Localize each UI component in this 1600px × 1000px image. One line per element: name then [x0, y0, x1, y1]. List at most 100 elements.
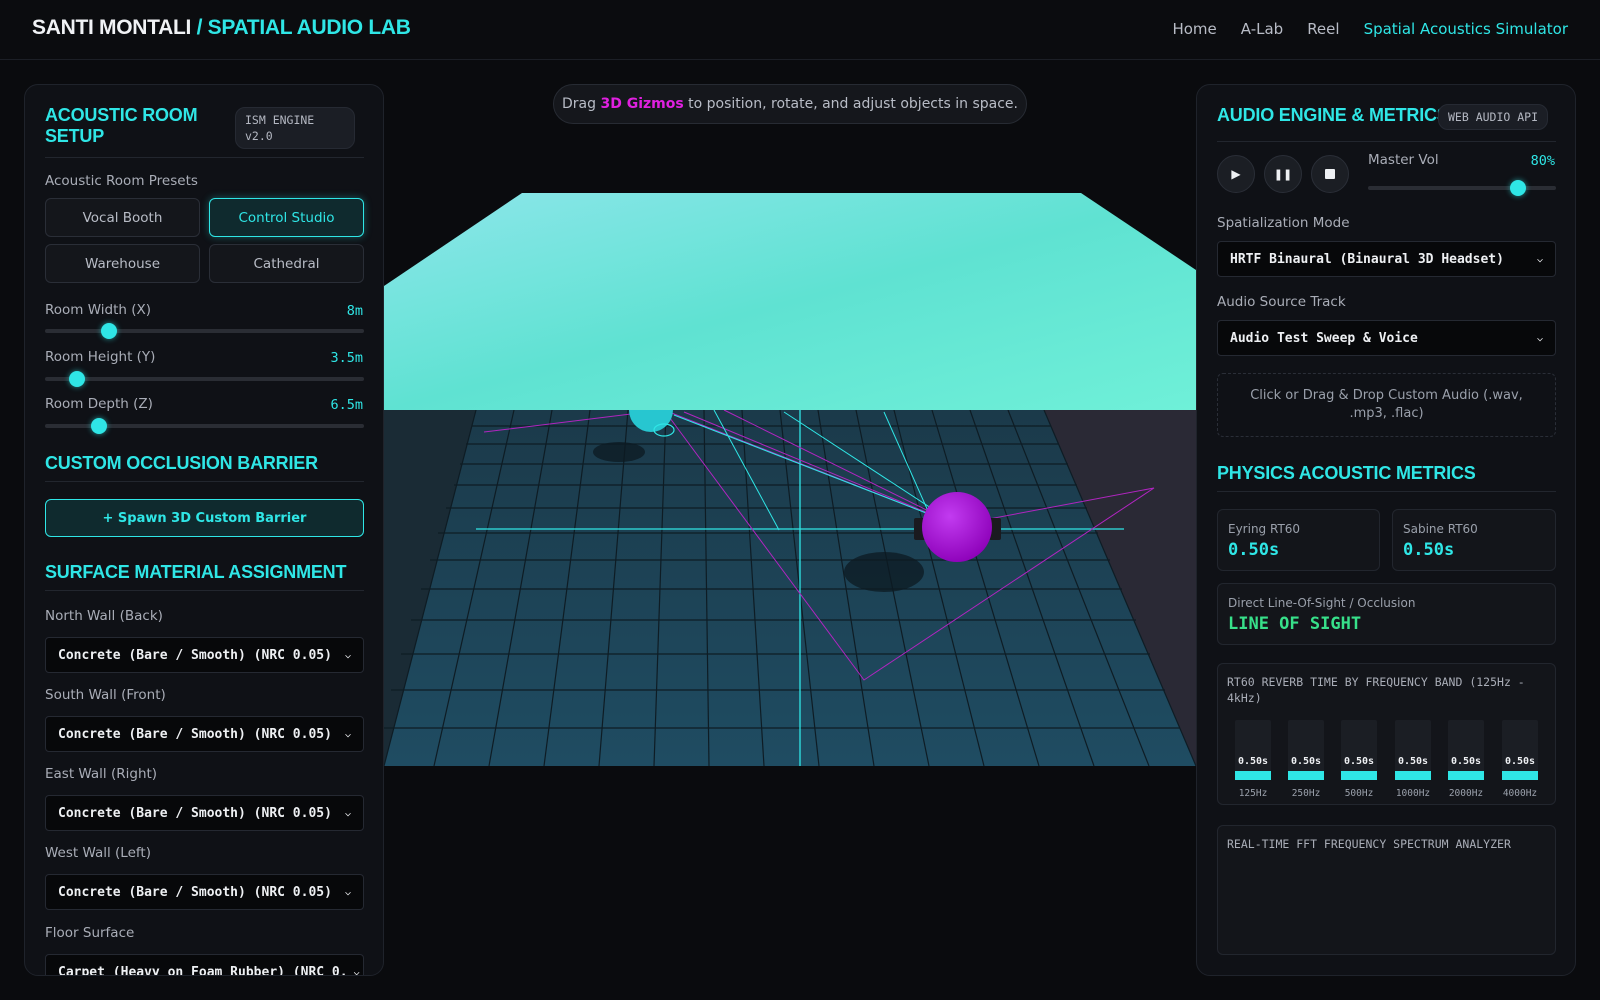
band-125hz: 0.50s 125Hz	[1235, 720, 1271, 799]
play-button[interactable]: ▶	[1217, 155, 1255, 193]
rt60-bands-card: RT60 REVERB TIME BY FREQUENCY BAND (125H…	[1217, 663, 1556, 805]
master-vol-thumb[interactable]	[1510, 180, 1527, 196]
gizmo-hint: Drag 3D Gizmos to position, rotate, and …	[553, 84, 1027, 124]
east-wall-value: Concrete (Bare / Smooth) (NRC 0.05)	[58, 805, 332, 821]
band-1000hz: 0.50s 1000Hz	[1395, 720, 1431, 799]
floor-surface-select[interactable]: Carpet (Heavy on Foam Rubber) (NRC 0. ⌵	[45, 954, 364, 976]
presets-label: Acoustic Room Presets	[45, 173, 198, 189]
room-scene	[383, 193, 1197, 767]
band-freq: 4000Hz	[1502, 788, 1538, 799]
audio-engine-panel: AUDIO ENGINE & METRICS WEB AUDIO API ▶ ❚…	[1196, 84, 1576, 976]
room-width-thumb[interactable]	[100, 323, 117, 339]
divider	[45, 590, 364, 591]
south-wall-value: Concrete (Bare / Smooth) (NRC 0.05)	[58, 726, 332, 742]
band-value: 0.50s	[1343, 756, 1375, 767]
band-freq: 250Hz	[1291, 788, 1321, 799]
chevron-down-icon: ⌵	[1536, 332, 1543, 344]
rt60-bands-title: RT60 REVERB TIME BY FREQUENCY BAND (125H…	[1227, 675, 1525, 705]
east-wall-label: East Wall (Right)	[45, 766, 158, 782]
east-wall-select[interactable]: Concrete (Bare / Smooth) (NRC 0.05) ⌵	[45, 795, 364, 831]
hint-text-post: to position, rotate, and adjust objects …	[688, 96, 1018, 112]
band-fill	[1288, 771, 1324, 780]
chevron-down-icon: ⌵	[344, 807, 351, 819]
band-value: 0.50s	[1450, 756, 1482, 767]
room-width-slider[interactable]	[45, 323, 364, 339]
band-fill	[1235, 771, 1271, 780]
band-value: 0.50s	[1504, 756, 1536, 767]
preset-warehouse[interactable]: Warehouse	[45, 244, 200, 283]
nav-a-lab[interactable]: A-Lab	[1241, 20, 1283, 38]
room-depth-label: Room Depth (Z)	[45, 396, 153, 412]
north-wall-value: Concrete (Bare / Smooth) (NRC 0.05)	[58, 647, 332, 663]
sound-source-sphere	[922, 492, 992, 562]
sabine-label: Sabine RT60	[1403, 522, 1478, 536]
north-wall-select[interactable]: Concrete (Bare / Smooth) (NRC 0.05) ⌵	[45, 637, 364, 673]
3d-viewport[interactable]	[383, 60, 1197, 1000]
room-width-value: 8m	[346, 303, 363, 319]
play-icon: ▶	[1231, 167, 1241, 181]
occlusion-title: CUSTOM OCCLUSION BARRIER	[45, 453, 318, 473]
band-4000hz: 0.50s 4000Hz	[1502, 720, 1538, 799]
band-value: 0.50s	[1290, 756, 1322, 767]
band-value: 0.50s	[1397, 756, 1429, 767]
band-2000hz: 0.50s 2000Hz	[1448, 720, 1484, 799]
room-height-slider[interactable]	[45, 371, 364, 387]
chevron-down-icon: ⌵	[344, 728, 351, 740]
pause-button[interactable]: ❚❚	[1264, 155, 1302, 193]
floor-surface-value: Carpet (Heavy on Foam Rubber) (NRC 0.	[58, 964, 348, 976]
spatial-mode-value: HRTF Binaural (Binaural 3D Headset)	[1230, 251, 1504, 267]
spawn-barrier-button[interactable]: + Spawn 3D Custom Barrier	[45, 499, 364, 537]
nav-home[interactable]: Home	[1172, 20, 1216, 38]
stop-button[interactable]	[1311, 155, 1349, 193]
band-fill	[1448, 771, 1484, 780]
room-setup-panel: ACOUSTIC ROOM SETUP ISM ENGINE v2.0 Acou…	[24, 84, 384, 976]
custom-audio-dropzone[interactable]: Click or Drag & Drop Custom Audio (.wav,…	[1217, 373, 1556, 437]
fft-analyzer-card: REAL-TIME FFT FREQUENCY SPECTRUM ANALYZE…	[1217, 825, 1556, 955]
preset-vocal-booth[interactable]: Vocal Booth	[45, 198, 200, 237]
spatial-mode-select[interactable]: HRTF Binaural (Binaural 3D Headset) ⌵	[1217, 241, 1556, 277]
master-vol-slider[interactable]	[1368, 180, 1556, 196]
nav-spatial-acoustics-simulator[interactable]: Spatial Acoustics Simulator	[1364, 20, 1568, 38]
divider	[1217, 491, 1556, 492]
ism-engine-badge: ISM ENGINE v2.0	[235, 107, 355, 149]
band-value: 0.50s	[1237, 756, 1269, 767]
hint-gizmos: 3D Gizmos	[600, 96, 684, 112]
chevron-down-icon: ⌵	[1536, 253, 1543, 265]
band-freq: 2000Hz	[1448, 788, 1484, 799]
audio-track-label: Audio Source Track	[1217, 294, 1346, 310]
south-wall-select[interactable]: Concrete (Bare / Smooth) (NRC 0.05) ⌵	[45, 716, 364, 752]
band-freq: 500Hz	[1344, 788, 1374, 799]
west-wall-select[interactable]: Concrete (Bare / Smooth) (NRC 0.05) ⌵	[45, 874, 364, 910]
floor-surface-label: Floor Surface	[45, 925, 135, 941]
preset-cathedral[interactable]: Cathedral	[209, 244, 364, 283]
listener-shadow	[593, 442, 645, 462]
room-height-thumb[interactable]	[68, 371, 85, 387]
room-depth-thumb[interactable]	[91, 418, 108, 434]
los-label: Direct Line-Of-Sight / Occlusion	[1228, 596, 1416, 610]
brand-name: SANTI MONTALI	[32, 16, 192, 39]
spatial-mode-label: Spatialization Mode	[1217, 215, 1350, 231]
fft-title: REAL-TIME FFT FREQUENCY SPECTRUM ANALYZE…	[1227, 837, 1511, 851]
room-width-label: Room Width (X)	[45, 302, 152, 318]
room-height-label: Room Height (Y)	[45, 349, 156, 365]
nav-reel[interactable]: Reel	[1307, 20, 1339, 38]
eyring-label: Eyring RT60	[1228, 522, 1301, 536]
audio-track-select[interactable]: Audio Test Sweep & Voice ⌵	[1217, 320, 1556, 356]
eyring-metric-card: Eyring RT60 0.50s	[1217, 509, 1380, 571]
hint-text-pre: Drag	[562, 96, 597, 112]
south-wall-label: South Wall (Front)	[45, 687, 166, 703]
brand-logo[interactable]: SANTI MONTALI / SPATIAL AUDIO LAB	[32, 16, 411, 40]
master-vol-label: Master Vol	[1368, 152, 1439, 168]
divider	[45, 157, 364, 158]
brand-lab-name: / SPATIAL AUDIO LAB	[191, 16, 411, 39]
top-navbar: SANTI MONTALI / SPATIAL AUDIO LAB Home A…	[0, 0, 1600, 60]
band-fill	[1395, 771, 1431, 780]
los-metric-card: Direct Line-Of-Sight / Occlusion LINE OF…	[1217, 583, 1556, 645]
room-depth-slider[interactable]	[45, 418, 364, 434]
divider	[45, 481, 364, 482]
preset-control-studio[interactable]: Control Studio	[209, 198, 364, 237]
source-shadow	[844, 552, 924, 592]
audio-engine-title: AUDIO ENGINE & METRICS	[1217, 105, 1449, 125]
west-wall-value: Concrete (Bare / Smooth) (NRC 0.05)	[58, 884, 332, 900]
room-setup-title: ACOUSTIC ROOM SETUP	[45, 105, 198, 146]
